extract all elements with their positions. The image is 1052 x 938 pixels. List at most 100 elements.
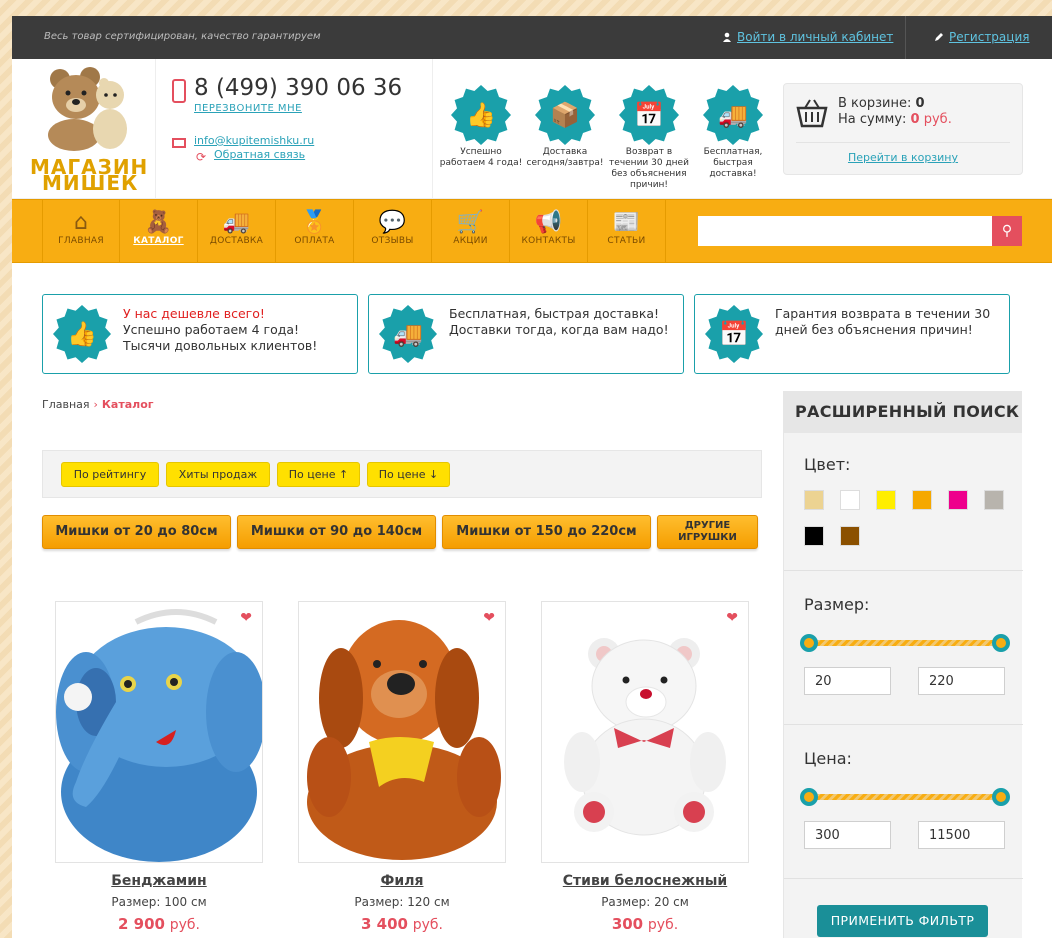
nav-item-delivery[interactable]: 🚚 ДОСТАВКА (198, 200, 276, 263)
header: МАГАЗИН МИШЕК 8 (499) 390 06 36 ПЕРЕЗВОН… (12, 59, 1052, 199)
register-link[interactable]: Регистрация (934, 30, 1029, 44)
callback-link[interactable]: ПЕРЕЗВОНИТЕ МНЕ (194, 103, 302, 114)
feature-text: Успешно работаем 4 года! (439, 147, 523, 168)
price-max-handle[interactable] (992, 788, 1010, 806)
price-filter-section: Цена: 300 11500 (784, 725, 1023, 879)
breadcrumb-home[interactable]: Главная (42, 398, 90, 411)
bear-icon: 🧸 (144, 210, 173, 235)
product-size: Размер: 120 см (354, 895, 450, 909)
articles-icon: 📰 (612, 210, 641, 235)
price-min-handle[interactable] (800, 788, 818, 806)
feature-item: 📦 Доставка сегодня/завтра! (523, 85, 607, 169)
other-toys-button[interactable]: ДРУГИЕ ИГРУШКИ (657, 515, 758, 549)
truck-icon: 🚚 (222, 210, 251, 235)
color-swatch-brown[interactable] (840, 526, 860, 546)
sort-price-asc-button[interactable]: По цене ↑ (277, 462, 360, 487)
phone-icon (172, 79, 186, 103)
cart-count: В корзине: 0 (838, 96, 925, 111)
login-link[interactable]: Войти в личный кабинет (722, 30, 893, 44)
color-swatch-gray[interactable] (984, 490, 1004, 510)
nav-item-reviews[interactable]: 💬 ОТЗЫВЫ (354, 200, 432, 263)
truck-icon: 🚚 (379, 305, 437, 363)
breadcrumb: Главная › Каталог (42, 398, 154, 411)
color-swatch-black[interactable] (804, 526, 824, 546)
medal-icon: 🏅 (300, 210, 329, 235)
contacts-block: 8 (499) 390 06 36 ПЕРЕЗВОНИТЕ МНЕ info@k… (156, 59, 433, 199)
nav-item-payment[interactable]: 🏅 ОПЛАТА (276, 200, 354, 263)
favorite-heart-icon[interactable]: ❤ (726, 610, 738, 626)
basket-icon (796, 99, 828, 128)
color-swatch-yellow[interactable] (876, 490, 896, 510)
feature-text: Бесплатная, быстрая доставка! (703, 147, 763, 179)
search-button[interactable]: ⚲ (992, 216, 1022, 246)
benefit-card: 👍 У нас дешевле всего! Успешно работаем … (42, 294, 358, 374)
header-features: 👍 Успешно работаем 4 года! 📦 Доставка се… (433, 59, 773, 199)
nav-item-articles[interactable]: 📰 СТАТЬИ (588, 200, 666, 263)
feature-text: Доставка сегодня/завтра! (526, 147, 604, 168)
color-filter-section: Цвет: (784, 433, 1023, 571)
product-name[interactable]: Бенджамин (55, 873, 263, 889)
product-card[interactable]: ❤ Филя Размер: 120 см 3 400 руб. (298, 601, 506, 933)
size-filter-150-220-button[interactable]: Мишки от 150 до 220см (442, 515, 651, 549)
benefit-card: 📅 Гарантия возврата в течении 30 дней бе… (694, 294, 1010, 374)
price-max-input[interactable]: 11500 (918, 821, 1005, 849)
favorite-heart-icon[interactable]: ❤ (483, 610, 495, 626)
nav-item-contacts[interactable]: 📢 КОНТАКТЫ (510, 200, 588, 263)
product-name[interactable]: Стиви белоснежный (541, 873, 749, 889)
price-label: Цена: (804, 749, 852, 768)
product-image[interactable]: ❤ (55, 601, 263, 863)
nav-item-home[interactable]: ⌂ ГЛАВНАЯ (42, 200, 120, 263)
product-image[interactable]: ❤ (541, 601, 749, 863)
email-link[interactable]: info@kupitemishku.ru (194, 134, 314, 147)
phone-number[interactable]: 8 (499) 390 06 36 (194, 75, 402, 101)
product-name[interactable]: Филя (298, 873, 506, 889)
cart-sum: На сумму: 0 руб. (838, 112, 952, 127)
calendar-icon: 📅 (619, 85, 679, 145)
size-min-input[interactable]: 20 (804, 667, 891, 695)
main-nav: ⌂ ГЛАВНАЯ 🧸 КАТАЛОГ 🚚 ДОСТАВКА 🏅 ОПЛАТА … (12, 199, 1052, 263)
page: Весь товар сертифицирован, качество гара… (12, 16, 1052, 938)
cart-icon: 🛒 (456, 210, 485, 235)
chevron-right-icon: › (93, 398, 98, 411)
product-price: 2 900 руб. (117, 915, 201, 933)
search-input[interactable] (698, 216, 992, 246)
size-range-slider[interactable] (800, 634, 1010, 652)
nav-item-catalog[interactable]: 🧸 КАТАЛОГ (120, 200, 198, 263)
breadcrumb-current: Каталог (101, 398, 154, 411)
nav-item-promotions[interactable]: 🛒 АКЦИИ (432, 200, 510, 263)
sort-bar: По рейтингу Хиты продаж По цене ↑ По цен… (42, 450, 762, 498)
apply-filter-button[interactable]: ПРИМЕНИТЬ ФИЛЬТР (817, 905, 988, 937)
benefit-text: Гарантия возврата в течении 30 дней без … (775, 306, 991, 337)
sort-by-rating-button[interactable]: По рейтингу (61, 462, 159, 487)
go-to-cart-link[interactable]: Перейти в корзину (784, 151, 1022, 164)
favorite-heart-icon[interactable]: ❤ (240, 610, 252, 626)
thumbs-up-icon: 👍 (53, 305, 111, 363)
benefit-card: 🚚 Бесплатная, быстрая доставка! Доставки… (368, 294, 684, 374)
product-card[interactable]: ❤ Стиви белоснежный Размер: 20 см 300 ру… (541, 601, 749, 933)
size-min-handle[interactable] (800, 634, 818, 652)
color-swatch-white[interactable] (840, 490, 860, 510)
logo[interactable]: МАГАЗИН МИШЕК (12, 59, 156, 199)
refresh-icon: ⟳ (196, 150, 207, 164)
price-range-slider[interactable] (800, 788, 1010, 806)
sort-by-hits-button[interactable]: Хиты продаж (166, 462, 270, 487)
size-filter-90-140-button[interactable]: Мишки от 90 до 140см (237, 515, 436, 549)
color-label: Цвет: (804, 455, 851, 474)
feature-item: 👍 Успешно работаем 4 года! (439, 85, 523, 169)
color-swatch-orange[interactable] (912, 490, 932, 510)
size-max-handle[interactable] (992, 634, 1010, 652)
product-image[interactable]: ❤ (298, 601, 506, 863)
price-min-input[interactable]: 300 (804, 821, 891, 849)
size-max-input[interactable]: 220 (918, 667, 1005, 695)
megaphone-icon: 📢 (534, 210, 563, 235)
sort-price-desc-button[interactable]: По цене ↓ (367, 462, 450, 487)
size-filter-20-80-button[interactable]: Мишки от 20 до 80см (42, 515, 231, 549)
calendar-icon: 📅 (705, 305, 763, 363)
color-swatch-beige[interactable] (804, 490, 824, 510)
top-bar: Весь товар сертифицирован, качество гара… (12, 16, 1052, 59)
product-card[interactable]: ❤ Бенджамин Размер: 100 см 2 900 руб. (55, 601, 263, 933)
white-teddy-bear-image (564, 638, 726, 836)
feedback-link[interactable]: Обратная связь (214, 148, 305, 161)
color-swatch-pink[interactable] (948, 490, 968, 510)
mail-icon (172, 138, 186, 148)
